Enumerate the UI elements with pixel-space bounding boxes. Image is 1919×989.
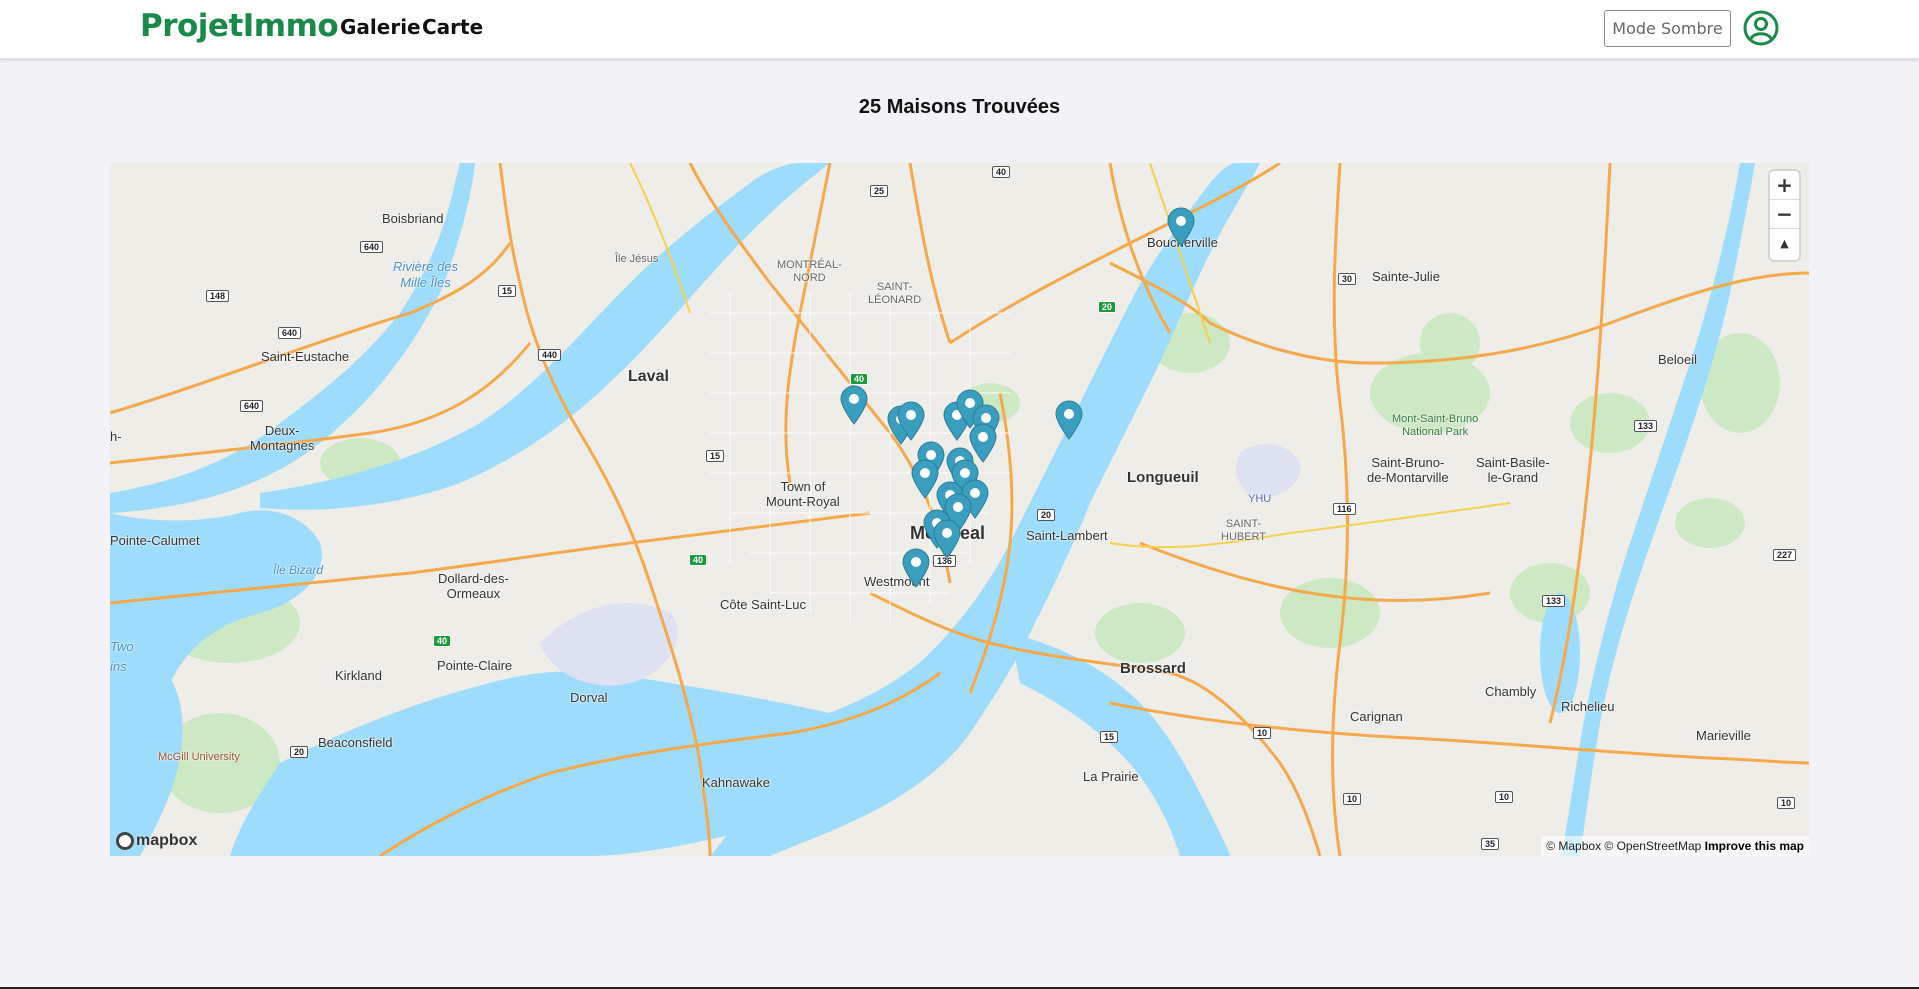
- user-profile-icon[interactable]: [1743, 10, 1779, 46]
- mapbox-logo[interactable]: mapbox: [116, 832, 197, 850]
- map-label-two: Two: [110, 639, 134, 654]
- map-label-dollard: Dollard-des- Ormeaux: [438, 571, 509, 601]
- results-count-title: 25 Maisons Trouvées: [858, 96, 1061, 118]
- route-shield: 20: [1037, 509, 1056, 521]
- map-label-saint-lambert: Saint-Lambert: [1026, 528, 1108, 543]
- nav-link-carte[interactable]: Carte: [422, 15, 483, 39]
- improve-map-link[interactable]: Improve this map: [1705, 839, 1804, 853]
- route-shield: 640: [240, 400, 264, 412]
- map-container[interactable]: Laval Montreal Longueuil Brossard Boisbr…: [110, 163, 1809, 856]
- map-label-ile-bizard: Île Bizard: [273, 563, 324, 577]
- route-shield: 133: [1634, 420, 1658, 432]
- route-shield: 25: [870, 185, 889, 197]
- route-shield: 35: [1481, 838, 1500, 850]
- map-label-saint-eustache: Saint-Eustache: [261, 349, 350, 364]
- property-marker[interactable]: [1166, 207, 1196, 247]
- route-shield: 15: [706, 450, 725, 462]
- map-label-yhu: YHU: [1248, 493, 1272, 505]
- map-label-town-mount-royal: Town of Mount-Royal: [766, 479, 840, 509]
- map-label-cote-saint-luc: Côte Saint-Luc: [720, 597, 806, 612]
- navbar: ProjetImmo Galerie Carte Mode Sombre: [0, 0, 1919, 59]
- map-label-la-prairie: La Prairie: [1083, 769, 1139, 784]
- map-label-richelieu: Richelieu: [1561, 699, 1615, 714]
- route-shield: 116: [1333, 503, 1356, 515]
- route-shield: 148: [206, 290, 230, 302]
- route-shield: 20: [290, 746, 309, 758]
- property-marker[interactable]: [932, 519, 962, 559]
- property-marker[interactable]: [901, 548, 931, 588]
- map-label-saint-leonard: SAINT- LÉONARD: [868, 281, 922, 306]
- map-label-montreal-nord: MONTRÉAL- NORD: [777, 259, 842, 284]
- route-shield: 40: [433, 635, 452, 647]
- route-shield: 15: [498, 285, 517, 297]
- route-shield: 20: [1098, 301, 1117, 313]
- property-marker[interactable]: [1054, 400, 1084, 440]
- map-label-boisbriand: Boisbriand: [382, 211, 444, 226]
- property-marker[interactable]: [896, 401, 926, 441]
- route-shield: 30: [1338, 273, 1357, 285]
- route-shield: 10: [1343, 793, 1362, 805]
- route-shield: 40: [992, 166, 1011, 178]
- map-label-longueuil: Longueuil: [1127, 469, 1199, 486]
- map-label-marieville: Marieville: [1696, 728, 1751, 743]
- map-label-laval: Laval: [628, 368, 669, 385]
- route-shield: 640: [278, 327, 302, 339]
- map-label-mont-saint-bruno: Mont-Saint-Bruno National Park: [1392, 413, 1479, 438]
- map-label-beaconsfield: Beaconsfield: [318, 735, 393, 750]
- zoom-in-button[interactable]: +: [1770, 171, 1799, 200]
- route-shield: 227: [1773, 549, 1797, 561]
- map-label-brossard: Brossard: [1120, 660, 1186, 677]
- route-shield: 40: [689, 554, 708, 566]
- route-shield: 10: [1253, 727, 1272, 739]
- route-shield: 133: [1542, 595, 1566, 607]
- map-label-kirkland: Kirkland: [335, 668, 382, 683]
- map-label-saint-hubert: SAINT- HUBERT: [1221, 518, 1267, 543]
- map-label-ile-jesus: Île Jésus: [615, 253, 659, 265]
- route-shield: 10: [1495, 791, 1514, 803]
- map-label-mcgill: McGill University: [158, 751, 240, 763]
- map-label-ins: ins: [110, 659, 127, 674]
- mapbox-logo-text: mapbox: [136, 832, 198, 849]
- map-label-pointe-claire: Pointe-Claire: [437, 658, 513, 673]
- mapbox-logo-icon: [116, 832, 134, 850]
- route-shield: 15: [1100, 731, 1119, 743]
- route-shield: 440: [538, 349, 562, 361]
- map-label-riviere-mille-iles: Rivière des Mille Îles: [393, 259, 459, 290]
- map-label-h-edge: h-: [110, 429, 122, 444]
- map-label-saint-basile: Saint-Basile- le-Grand: [1476, 455, 1550, 485]
- brand-logo[interactable]: ProjetImmo: [140, 8, 339, 44]
- property-marker[interactable]: [839, 385, 869, 425]
- map-label-carignan: Carignan: [1350, 709, 1403, 724]
- map-label-chambly: Chambly: [1485, 684, 1537, 699]
- map-label-sainte-julie: Sainte-Julie: [1372, 269, 1440, 284]
- map-label-saint-bruno: Saint-Bruno- de-Montarville: [1367, 455, 1449, 485]
- route-shield: 10: [1777, 797, 1796, 809]
- map-zoom-controls: + − ▲: [1770, 171, 1799, 260]
- zoom-out-button[interactable]: −: [1770, 200, 1799, 229]
- map-label-dorval: Dorval: [570, 690, 608, 705]
- map-label-pointe-calumet: Pointe-Calumet: [110, 533, 200, 548]
- compass-reset-button[interactable]: ▲: [1770, 229, 1799, 258]
- map-label-deux-montagnes: Deux- Montagnes: [250, 423, 315, 453]
- attribution-text[interactable]: © Mapbox © OpenStreetMap: [1546, 839, 1701, 853]
- route-shield: 40: [850, 373, 869, 385]
- map-label-kahnawake: Kahnawake: [702, 775, 770, 790]
- dark-mode-button[interactable]: Mode Sombre: [1604, 10, 1731, 47]
- nav-link-galerie[interactable]: Galerie: [340, 15, 421, 39]
- route-shield: 640: [360, 241, 384, 253]
- map-attribution: © Mapbox © OpenStreetMap Improve this ma…: [1541, 836, 1809, 856]
- map-label-beloeil: Beloeil: [1658, 352, 1698, 367]
